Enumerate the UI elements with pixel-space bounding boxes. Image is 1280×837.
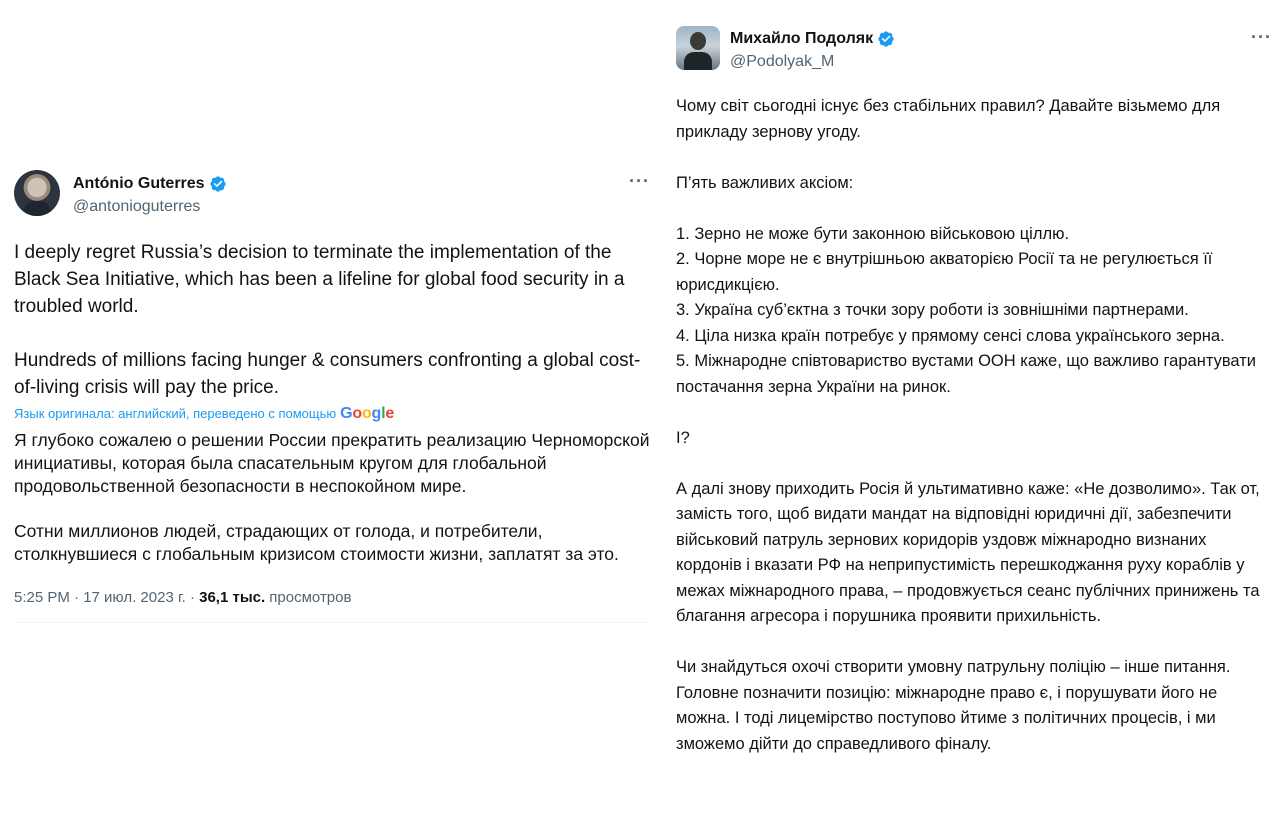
axiom-item: 2. Чорне море не є внутрішньою акваторіє… xyxy=(676,250,1213,294)
axiom-item: 4. Ціла низка країн потребує у прямому с… xyxy=(676,326,1225,345)
avatar[interactable] xyxy=(676,26,720,70)
views-label: просмотров xyxy=(265,589,352,606)
tweet-paragraph: Чому світ сьогодні існує без стабільних … xyxy=(676,97,1221,141)
tweet-header: Михайло Подоляк @Podolyak_M ··· xyxy=(676,26,1272,72)
author-name[interactable]: Михайло Подоляк xyxy=(730,29,873,49)
tweet-header: António Guterres @antonioguterres ··· xyxy=(14,170,650,217)
divider xyxy=(14,622,650,623)
tweet-paragraph: І? xyxy=(676,428,690,447)
tweet-paragraph: Hundreds of millions facing hunger & con… xyxy=(14,350,641,398)
author-handle[interactable]: @antonioguterres xyxy=(73,197,227,217)
more-options-icon[interactable]: ··· xyxy=(1251,28,1272,46)
tweet-guterres[interactable]: António Guterres @antonioguterres ··· I … xyxy=(14,170,650,623)
axiom-item: 5. Міжнародне співтовариство вустами ООН… xyxy=(676,352,1256,396)
google-logo: Google xyxy=(340,405,395,422)
author-handle[interactable]: @Podolyak_M xyxy=(730,52,895,72)
more-options-icon[interactable]: ··· xyxy=(629,172,650,190)
tweet-text: I deeply regret Russia’s decision to ter… xyxy=(14,239,650,401)
tweet-text: Чому світ сьогодні існує без стабільних … xyxy=(676,94,1272,757)
translated-paragraph: Я глубоко сожалею о решении России прекр… xyxy=(14,430,650,496)
axiom-item: 1. Зерно не може бути законною військово… xyxy=(676,224,1070,243)
verified-badge-icon xyxy=(209,176,226,192)
author-block: Михайло Подоляк @Podolyak_M xyxy=(730,26,895,72)
axioms-title: П’ять важливих аксіом: xyxy=(676,173,854,192)
author-block: António Guterres @antonioguterres xyxy=(73,170,227,217)
views-count: 36,1 тыс. xyxy=(199,589,266,606)
verified-badge-icon xyxy=(878,31,894,47)
author-name[interactable]: António Guterres xyxy=(73,174,205,194)
translated-paragraph: Сотни миллионов людей, страдающих от гол… xyxy=(14,521,619,564)
tweet-paragraph: I deeply regret Russia’s decision to ter… xyxy=(14,242,625,317)
tweet-podolyak[interactable]: Михайло Подоляк @Podolyak_M ··· Чому сві… xyxy=(676,26,1272,757)
translation-note[interactable]: Язык оригинала: английский, переведено с… xyxy=(14,405,650,423)
axiom-item: 3. Україна суб’єктна з точки зору роботи… xyxy=(676,301,1189,319)
translated-text: Я глубоко сожалею о решении России прекр… xyxy=(14,429,650,566)
tweet-paragraph: Чи знайдуться охочі створити умовну патр… xyxy=(676,658,1231,753)
tweet-timestamp[interactable]: 5:25 PM · 17 июл. 2023 г. · xyxy=(14,589,199,606)
avatar[interactable] xyxy=(14,170,60,216)
translation-note-text: Язык оригинала: английский, переведено с… xyxy=(14,406,337,421)
tweet-paragraph: А далі знову приходить Росія й ультимати… xyxy=(676,479,1260,626)
tweet-meta: 5:25 PM · 17 июл. 2023 г. · 36,1 тыс. пр… xyxy=(14,588,650,608)
